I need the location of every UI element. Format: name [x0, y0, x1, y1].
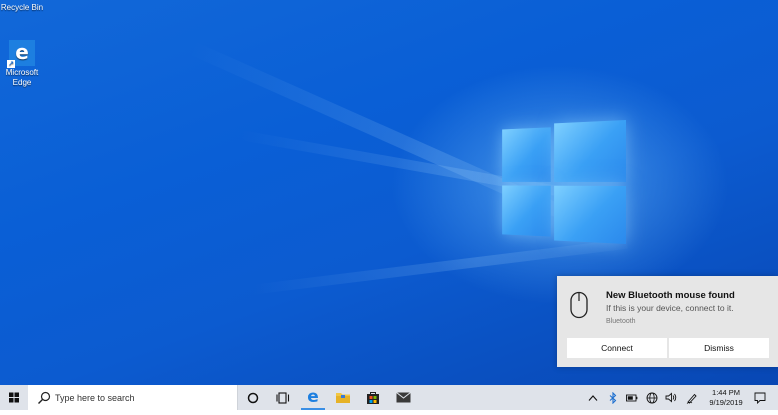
- volume-tray-button[interactable]: [664, 385, 678, 410]
- chevron-up-icon: [588, 394, 598, 401]
- search-icon: [38, 391, 51, 404]
- windows-start-icon: [9, 392, 19, 403]
- clock-time: 1:44 PM: [712, 388, 740, 397]
- task-view-button[interactable]: [268, 385, 298, 410]
- edge-icon: e: [307, 387, 319, 407]
- mail-icon: [395, 392, 411, 403]
- bluetooth-tray-button[interactable]: [606, 385, 620, 410]
- store-button[interactable]: [358, 385, 388, 410]
- edge-label-line1: Microsoft: [5, 68, 39, 77]
- cortana-button[interactable]: [238, 385, 268, 410]
- notification-title: New Bluetooth mouse found: [606, 290, 735, 301]
- notification-body: If this is your device, connect to it.: [606, 303, 734, 313]
- recycle-bin-icon[interactable]: Recycle Bin: [0, 3, 44, 13]
- search-placeholder: Type here to search: [55, 393, 135, 403]
- file-explorer-button[interactable]: [328, 385, 358, 410]
- battery-tray-button[interactable]: [625, 385, 639, 410]
- connect-button[interactable]: Connect: [567, 338, 667, 358]
- edge-icon: e ↗: [7, 40, 35, 68]
- globe-icon: [646, 392, 658, 403]
- edge-label-line2: Edge: [12, 78, 32, 87]
- notification-source: Bluetooth: [606, 318, 636, 325]
- desktop-wallpaper: Recycle Bin e ↗ Microsoft Edge New Bluet…: [0, 0, 778, 385]
- bluetooth-notification: New Bluetooth mouse found If this is you…: [557, 276, 778, 367]
- dismiss-button[interactable]: Dismiss: [669, 338, 769, 358]
- clock-date: 9/19/2019: [709, 398, 743, 407]
- edge-desktop-shortcut[interactable]: e ↗ Microsoft Edge: [2, 40, 42, 88]
- shortcut-arrow-icon: ↗: [7, 60, 15, 68]
- cortana-icon: [247, 392, 259, 403]
- battery-icon: [626, 394, 638, 401]
- action-center-button[interactable]: [752, 385, 768, 410]
- windows-logo: [502, 118, 626, 244]
- taskbar: Type here to search e 1:44 PM 9/19/2019: [0, 385, 778, 410]
- mouse-icon: [570, 291, 588, 319]
- start-button[interactable]: [0, 385, 28, 410]
- store-icon: [367, 391, 379, 404]
- pen-workspace-button[interactable]: [685, 385, 699, 410]
- bluetooth-icon: [609, 391, 617, 404]
- recycle-bin-label: Recycle Bin: [0, 3, 44, 12]
- search-box[interactable]: Type here to search: [28, 385, 238, 410]
- notification-icon: [754, 392, 766, 404]
- task-view-icon: [276, 391, 290, 404]
- volume-icon: [665, 392, 677, 403]
- mail-button[interactable]: [388, 385, 418, 410]
- edge-taskbar-button[interactable]: e: [298, 385, 328, 410]
- pen-icon: [686, 393, 697, 404]
- clock[interactable]: 1:44 PM 9/19/2019: [700, 388, 752, 408]
- network-tray-button[interactable]: [645, 385, 659, 410]
- show-hidden-icons-button[interactable]: [586, 385, 600, 410]
- file-explorer-icon: [336, 393, 350, 403]
